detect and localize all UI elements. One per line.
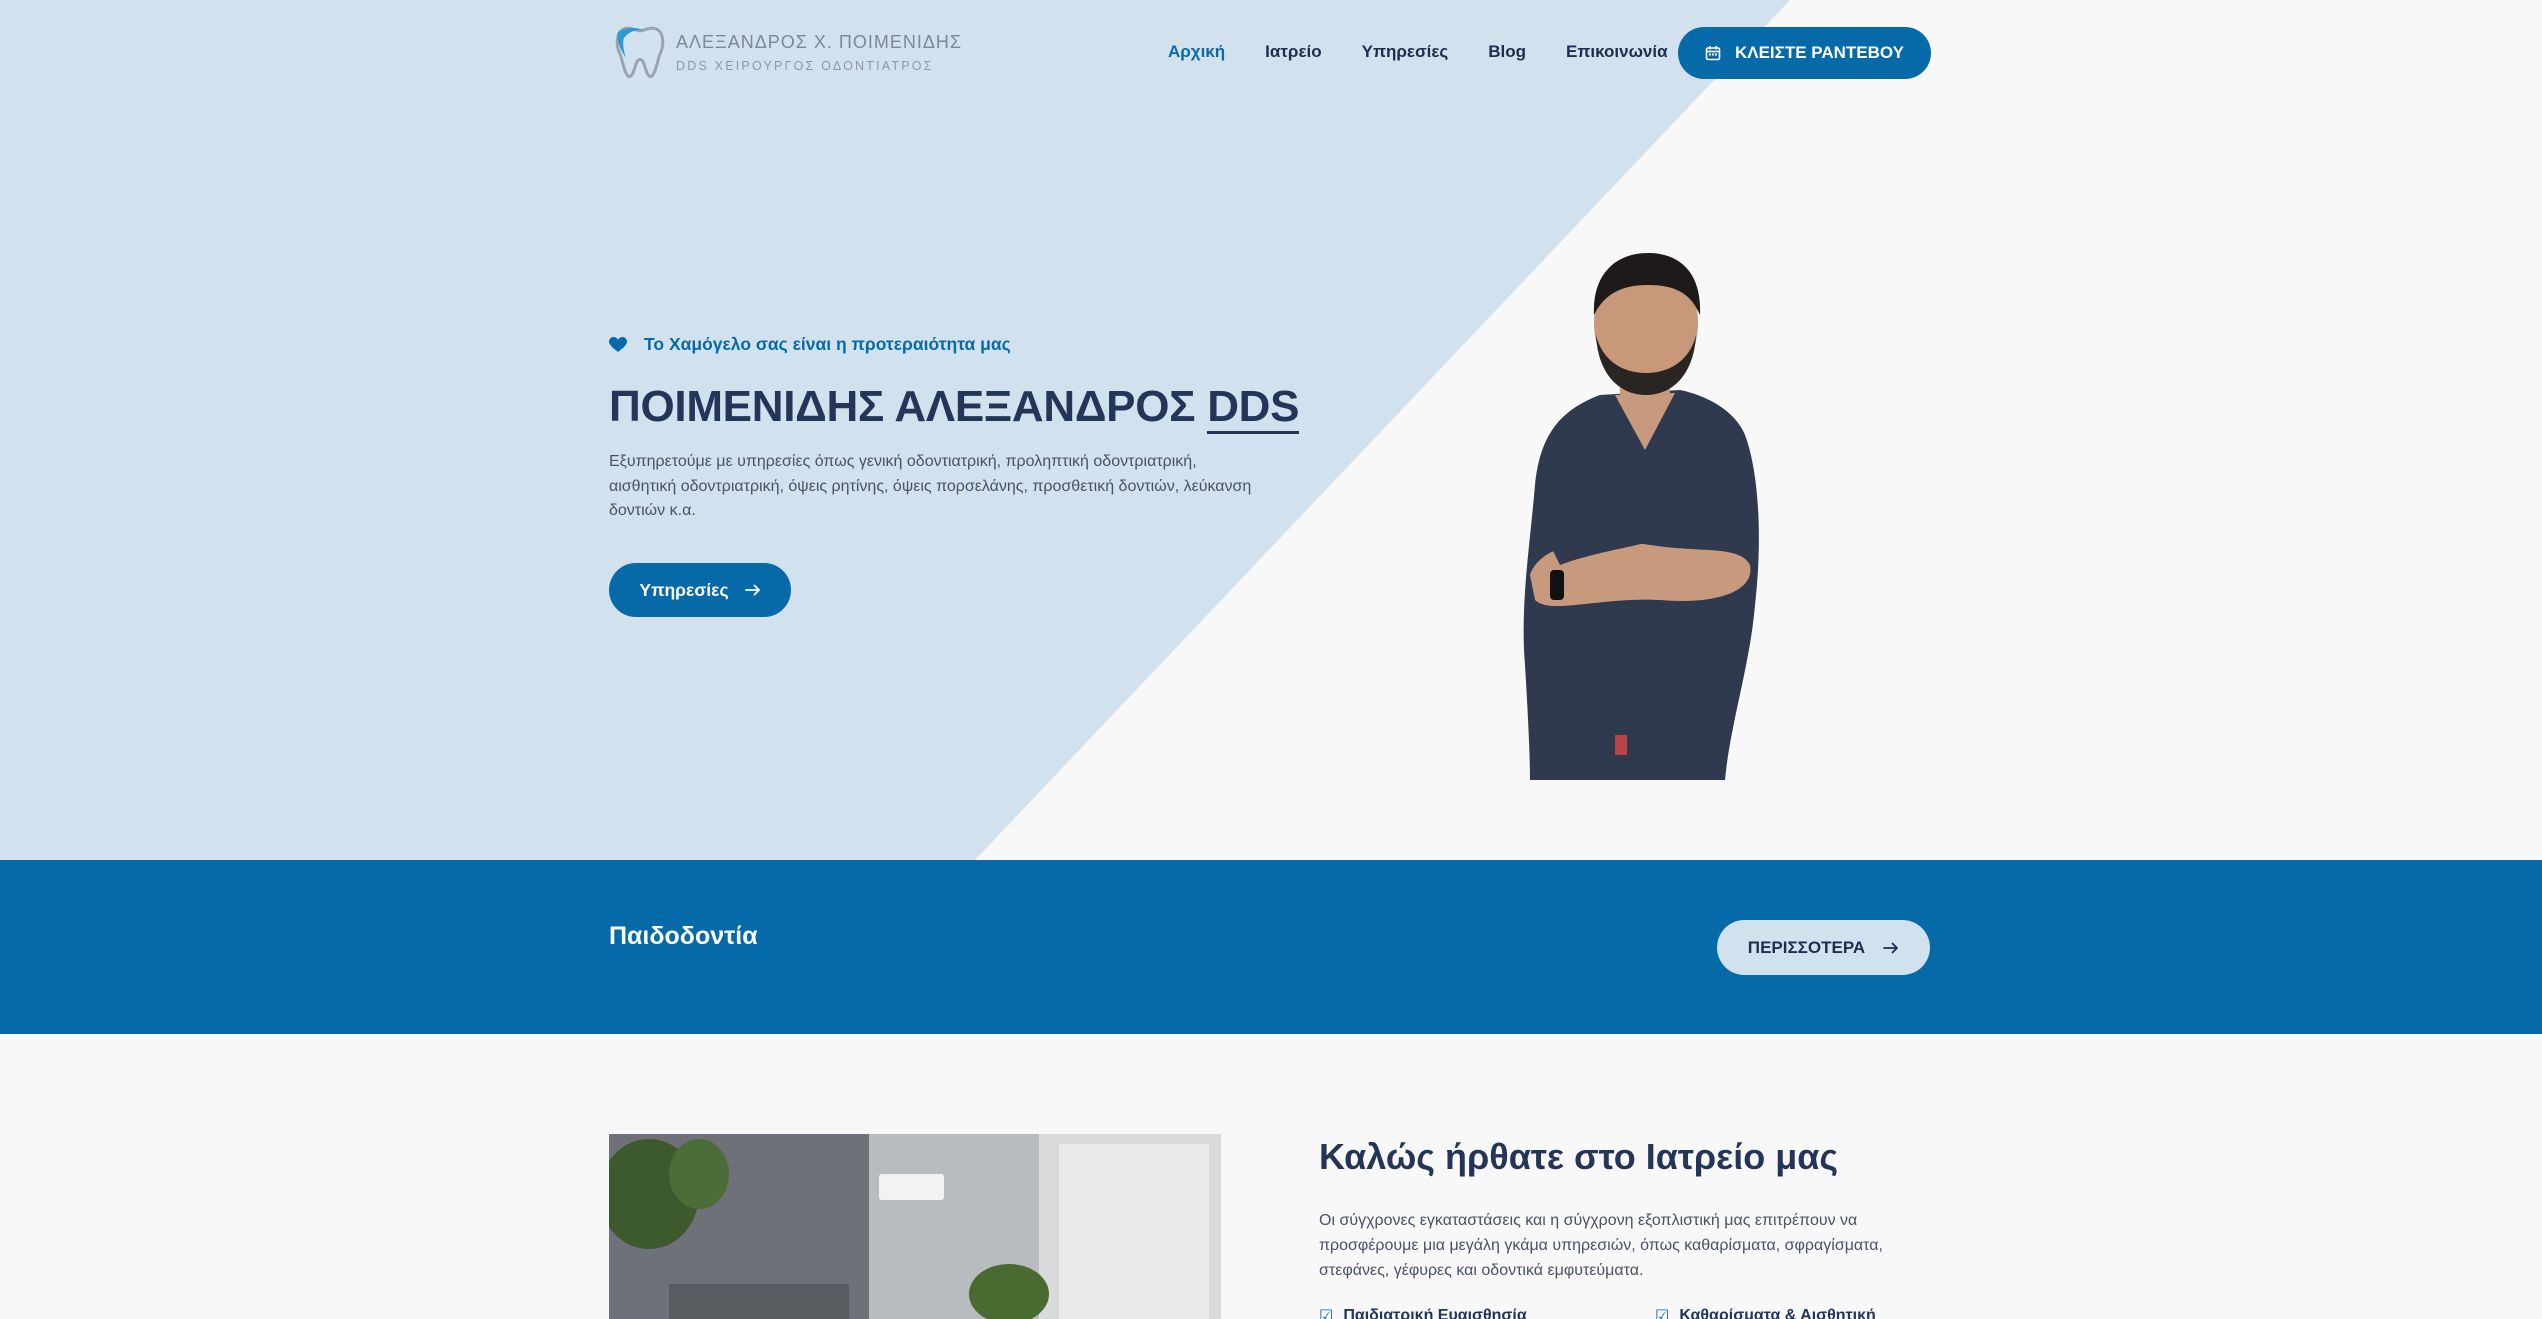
main-nav: Αρχική Ιατρείο Υπηρεσίες Blog Επικοινωνί… bbox=[1168, 42, 1668, 62]
hero-tagline-text: Το Χαμόγελο σας είναι η προτεραιότητα μα… bbox=[644, 334, 1011, 354]
logo-subtitle: DDS ΧΕΙΡΟΥΡΓΟΣ ΟΔΟΝΤΙΑΤΡΟΣ bbox=[676, 58, 934, 73]
hero-title-dds: DDS bbox=[1207, 385, 1300, 434]
nav-item-contact[interactable]: Επικοινωνία bbox=[1566, 42, 1668, 62]
feature-item: ☑ Παιδιατρική Ευαισθησία bbox=[1319, 1306, 1527, 1319]
logo-name: ΑΛΕΞΑΝΔΡΟΣ Χ. ΠΟΙΜΕΝΙΔΗΣ bbox=[676, 31, 963, 52]
feature-label: Καθαρίσματα & Αισθητική bbox=[1679, 1307, 1876, 1319]
hero-description: Εξυπηρετούμε με υπηρεσίες όπως γενική οδ… bbox=[609, 453, 1252, 519]
nav-item-home[interactable]: Αρχική bbox=[1168, 42, 1225, 62]
hero-tagline: Το Χαμόγελο σας είναι η προτεραιότητα μα… bbox=[609, 334, 1011, 355]
nav-item-blog[interactable]: Blog bbox=[1488, 42, 1526, 62]
feature-label: Παιδιατρική Ευαισθησία bbox=[1343, 1307, 1527, 1319]
calendar-icon bbox=[1705, 46, 1721, 61]
nav-item-clinic[interactable]: Ιατρείο bbox=[1265, 42, 1321, 62]
arrow-right-icon bbox=[744, 584, 760, 596]
doctor-photo bbox=[1523, 253, 1759, 780]
feature-item: ☑ Καθαρίσματα & Αισθητική bbox=[1655, 1306, 1876, 1319]
pediatric-band: Παιδοδοντία ΠΕΡΙΣΣΟΤΕΡΑ bbox=[0, 860, 2542, 1034]
services-button-label: Υπηρεσίες bbox=[639, 579, 729, 600]
hero-title-main: ΠΟΙΜΕΝΙΔΗΣ ΑΛΕΞΑΝΔΡΟΣ bbox=[609, 382, 1196, 431]
band-title: Παιδοδοντία bbox=[609, 922, 758, 950]
welcome-description: Οι σύγχρονες εγκαταστάσεις και η σύγχρον… bbox=[1319, 1212, 1883, 1279]
hero-title: ΠΟΙΜΕΝΙΔΗΣ ΑΛΕΞΑΝΔΡΟΣ DDS bbox=[609, 382, 1300, 434]
check-icon: ☑ bbox=[1655, 1308, 1670, 1319]
services-button[interactable]: Υπηρεσίες bbox=[609, 563, 791, 617]
logo[interactable]: ΑΛΕΞΑΝΔΡΟΣ Χ. ΠΟΙΜΕΝΙΔΗΣ DDS ΧΕΙΡΟΥΡΓΟΣ … bbox=[614, 24, 962, 80]
tooth-logo-icon bbox=[615, 26, 665, 79]
more-button-label: ΠΕΡΙΣΣΟΤΕΡΑ bbox=[1747, 937, 1866, 957]
arrow-right-icon bbox=[1883, 942, 1899, 953]
check-icon: ☑ bbox=[1319, 1308, 1334, 1319]
heart-icon bbox=[609, 336, 627, 352]
site-header: ΑΛΕΞΑΝΔΡΟΣ Χ. ΠΟΙΜΕΝΙΔΗΣ DDS ΧΕΙΡΟΥΡΓΟΣ … bbox=[0, 0, 2542, 108]
more-button[interactable]: ΠΕΡΙΣΣΟΤΕΡΑ bbox=[1717, 920, 1930, 975]
book-appointment-label: ΚΛΕΙΣΤΕ ΡΑΝΤΕΒΟΥ bbox=[1734, 43, 1905, 62]
clinic-interior-photo bbox=[609, 1134, 1221, 1319]
book-appointment-button[interactable]: ΚΛΕΙΣΤΕ ΡΑΝΤΕΒΟΥ bbox=[1678, 27, 1931, 79]
nav-item-services[interactable]: Υπηρεσίες bbox=[1362, 42, 1449, 62]
welcome-title: Καλώς ήρθατε στο Ιατρείο μας bbox=[1319, 1136, 1839, 1177]
